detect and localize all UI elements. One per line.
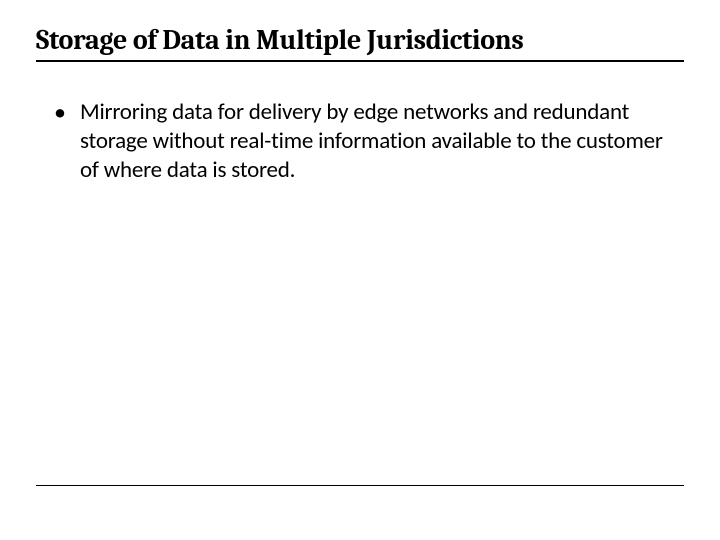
slide-content: Mirroring data for delivery by edge netw… <box>36 98 684 184</box>
slide-container: Storage of Data in Multiple Jurisdiction… <box>0 0 720 540</box>
divider-line <box>36 485 684 486</box>
title-block: Storage of Data in Multiple Jurisdiction… <box>36 24 684 62</box>
bullet-list: Mirroring data for delivery by edge netw… <box>50 98 684 184</box>
slide-title: Storage of Data in Multiple Jurisdiction… <box>36 24 684 56</box>
bullet-item: Mirroring data for delivery by edge netw… <box>50 98 684 184</box>
